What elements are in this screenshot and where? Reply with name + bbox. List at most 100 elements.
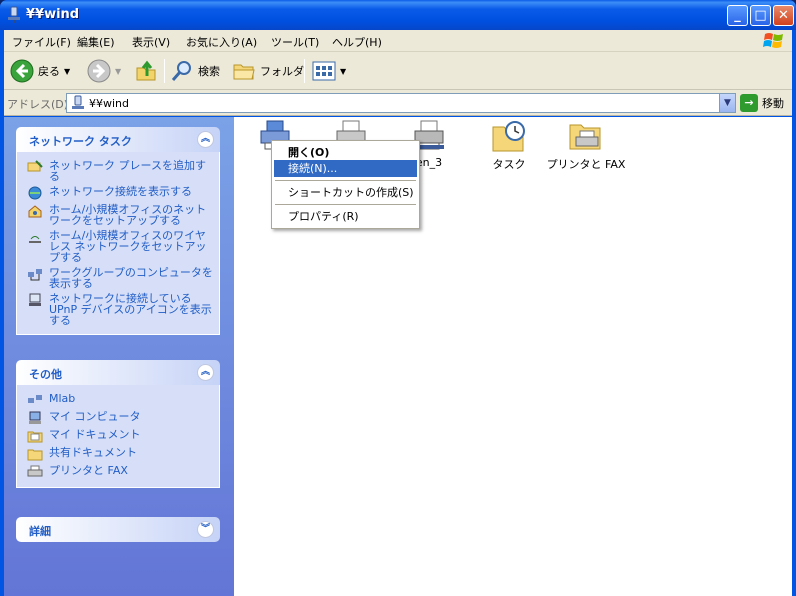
printers-folder-icon xyxy=(569,124,601,150)
place-shared-documents[interactable]: 共有ドキュメント xyxy=(27,447,213,461)
network-tasks-body: ネットワーク プレースを追加する ネットワーク接続を表示する ホーム/小規模オフ… xyxy=(16,152,220,335)
menu-view[interactable]: 表示(V) xyxy=(132,34,170,50)
menu-file[interactable]: ファイル(F) xyxy=(12,34,71,50)
place-printers-and-fax[interactable]: プリンタと FAX xyxy=(27,465,213,479)
menu-separator xyxy=(275,180,416,181)
task-setup-home-network[interactable]: ホーム/小規模オフィスのネットワークをセットアップする xyxy=(27,204,213,226)
task-add-network-place[interactable]: ネットワーク プレースを追加する xyxy=(27,160,213,182)
up-folder-icon xyxy=(136,60,156,81)
network-tasks-panel: ネットワーク タスク ︽ ネットワーク プレースを追加する ネットワーク接続を表… xyxy=(16,127,220,335)
context-open[interactable]: 開く(O) xyxy=(274,144,417,161)
shared-folder-icon xyxy=(27,449,43,461)
search-icon xyxy=(171,61,191,81)
menu-bar: ファイル(F) 編集(E) 表示(V) お気に入り(A) ツール(T) ヘルプ(… xyxy=(4,30,792,52)
place-label: Mlab xyxy=(49,392,76,405)
file-label: タスク xyxy=(492,158,526,171)
task-view-network-connections[interactable]: ネットワーク接続を表示する xyxy=(27,186,213,200)
window-title: ¥¥wind xyxy=(26,7,80,22)
my-computer-icon xyxy=(29,411,41,424)
task-label: ネットワーク プレースを追加する xyxy=(49,159,206,183)
minimize-button[interactable]: _ xyxy=(727,5,748,26)
workgroup-icon xyxy=(28,395,42,403)
go-label: 移動 xyxy=(762,97,784,110)
explorer-window: ¥¥wind _ □ ✕ ファイル(F) 編集(E) 表示(V) お気に入り(A… xyxy=(0,0,796,596)
close-icon: ✕ xyxy=(778,8,789,23)
context-connect[interactable]: 接続(N)... xyxy=(274,160,417,177)
address-value: ¥¥wind xyxy=(89,97,130,110)
window-right-border xyxy=(792,30,796,596)
details-header[interactable]: 詳細 ︾ xyxy=(16,517,220,542)
network-connections-icon xyxy=(28,186,42,200)
title-bar[interactable]: ¥¥wind _ □ ✕ xyxy=(0,0,796,30)
task-label: ホーム/小規模オフィスのネットワークをセットアップする xyxy=(49,203,207,227)
back-label: 戻る xyxy=(38,65,60,78)
network-tasks-header[interactable]: ネットワーク タスク ︽ xyxy=(16,127,220,152)
task-label: ネットワーク接続を表示する xyxy=(49,185,192,198)
address-label: アドレス(D) xyxy=(7,98,69,111)
place-mlab[interactable]: Mlab xyxy=(27,393,213,407)
search-button[interactable]: 検索 xyxy=(170,57,220,85)
folder-icon xyxy=(233,64,255,80)
toolbar-separator xyxy=(164,59,165,83)
other-places-header[interactable]: その他 ︽ xyxy=(16,360,220,385)
address-bar: アドレス(D) ¥¥wind ▼ → 移動 xyxy=(4,90,792,116)
views-button[interactable]: ▼ xyxy=(312,57,346,85)
back-arrow-icon xyxy=(10,59,34,83)
windows-logo-icon xyxy=(763,33,783,48)
other-places-panel: その他 ︽ Mlab マイ コンピュータ マイ ドキュメント 共有ドキュメント … xyxy=(16,360,220,488)
task-show-upnp-icons[interactable]: ネットワークに接続している UPnP デバイスのアイコンを表示する xyxy=(27,293,213,326)
context-create-shortcut[interactable]: ショートカットの作成(S) xyxy=(274,184,417,201)
file-item[interactable]: タスク xyxy=(474,119,544,172)
forward-button[interactable]: ▼ xyxy=(87,57,121,85)
minimize-icon: _ xyxy=(734,8,741,23)
back-dropdown-icon[interactable]: ▼ xyxy=(64,67,70,76)
folders-label: フォルダ xyxy=(260,65,304,78)
place-my-documents[interactable]: マイ ドキュメント xyxy=(27,429,213,443)
other-places-body: Mlab マイ コンピュータ マイ ドキュメント 共有ドキュメント プリンタと … xyxy=(16,385,220,488)
place-my-computer[interactable]: マイ コンピュータ xyxy=(27,411,213,425)
close-button[interactable]: ✕ xyxy=(773,5,794,26)
place-label: プリンタと FAX xyxy=(49,464,128,477)
menu-tools[interactable]: ツール(T) xyxy=(271,34,319,50)
chevron-down-icon: ▼ xyxy=(724,98,731,108)
other-places-title: その他 xyxy=(29,368,62,381)
upnp-device-icon xyxy=(29,293,41,306)
context-properties[interactable]: プロパティ(R) xyxy=(274,208,417,225)
maximize-button[interactable]: □ xyxy=(750,5,771,26)
network-tasks-title: ネットワーク タスク xyxy=(29,135,132,148)
address-input[interactable]: ¥¥wind ▼ xyxy=(66,93,736,113)
my-documents-icon xyxy=(27,431,43,443)
menu-edit[interactable]: 編集(E) xyxy=(77,34,115,50)
file-label: プリンタと FAX xyxy=(546,158,626,171)
network-computer-icon xyxy=(72,95,84,109)
menu-favorites[interactable]: お気に入り(A) xyxy=(186,34,257,50)
workgroup-icon xyxy=(28,269,42,281)
task-setup-wireless-network[interactable]: ホーム/小規模オフィスのワイヤレス ネットワークをセットアップする xyxy=(27,230,213,263)
collapse-icon[interactable]: ︽ xyxy=(197,364,214,381)
forward-arrow-icon xyxy=(87,59,111,83)
back-button[interactable]: 戻る ▼ xyxy=(10,57,70,85)
scheduled-tasks-folder-icon xyxy=(492,121,525,152)
task-view-workgroup-computers[interactable]: ワークグループのコンピュータを表示する xyxy=(27,267,213,289)
collapse-icon[interactable]: ︽ xyxy=(197,131,214,148)
search-label: 検索 xyxy=(198,65,220,78)
up-folder-button[interactable] xyxy=(134,57,158,85)
menu-separator xyxy=(275,204,416,205)
home-network-icon xyxy=(28,205,42,218)
place-label: マイ コンピュータ xyxy=(49,410,141,423)
go-button[interactable]: → 移動 xyxy=(740,94,784,112)
folders-button[interactable]: フォルダ xyxy=(232,57,304,85)
menu-help[interactable]: ヘルプ(H) xyxy=(332,34,382,50)
file-item[interactable]: プリンタと FAX xyxy=(544,119,628,172)
network-computer-icon xyxy=(8,6,20,23)
task-pane: ネットワーク タスク ︽ ネットワーク プレースを追加する ネットワーク接続を表… xyxy=(4,117,234,596)
context-menu: 開く(O) 接続(N)... ショートカットの作成(S) プロパティ(R) xyxy=(271,140,420,229)
toolbar-separator xyxy=(304,59,305,83)
views-icon xyxy=(312,61,336,81)
address-dropdown-button[interactable]: ▼ xyxy=(719,94,735,112)
views-dropdown-icon: ▼ xyxy=(340,66,347,76)
details-panel: 詳細 ︾ xyxy=(16,517,220,542)
printer-icon xyxy=(27,465,43,477)
expand-icon[interactable]: ︾ xyxy=(197,521,214,538)
forward-dropdown-icon: ▼ xyxy=(115,66,122,76)
